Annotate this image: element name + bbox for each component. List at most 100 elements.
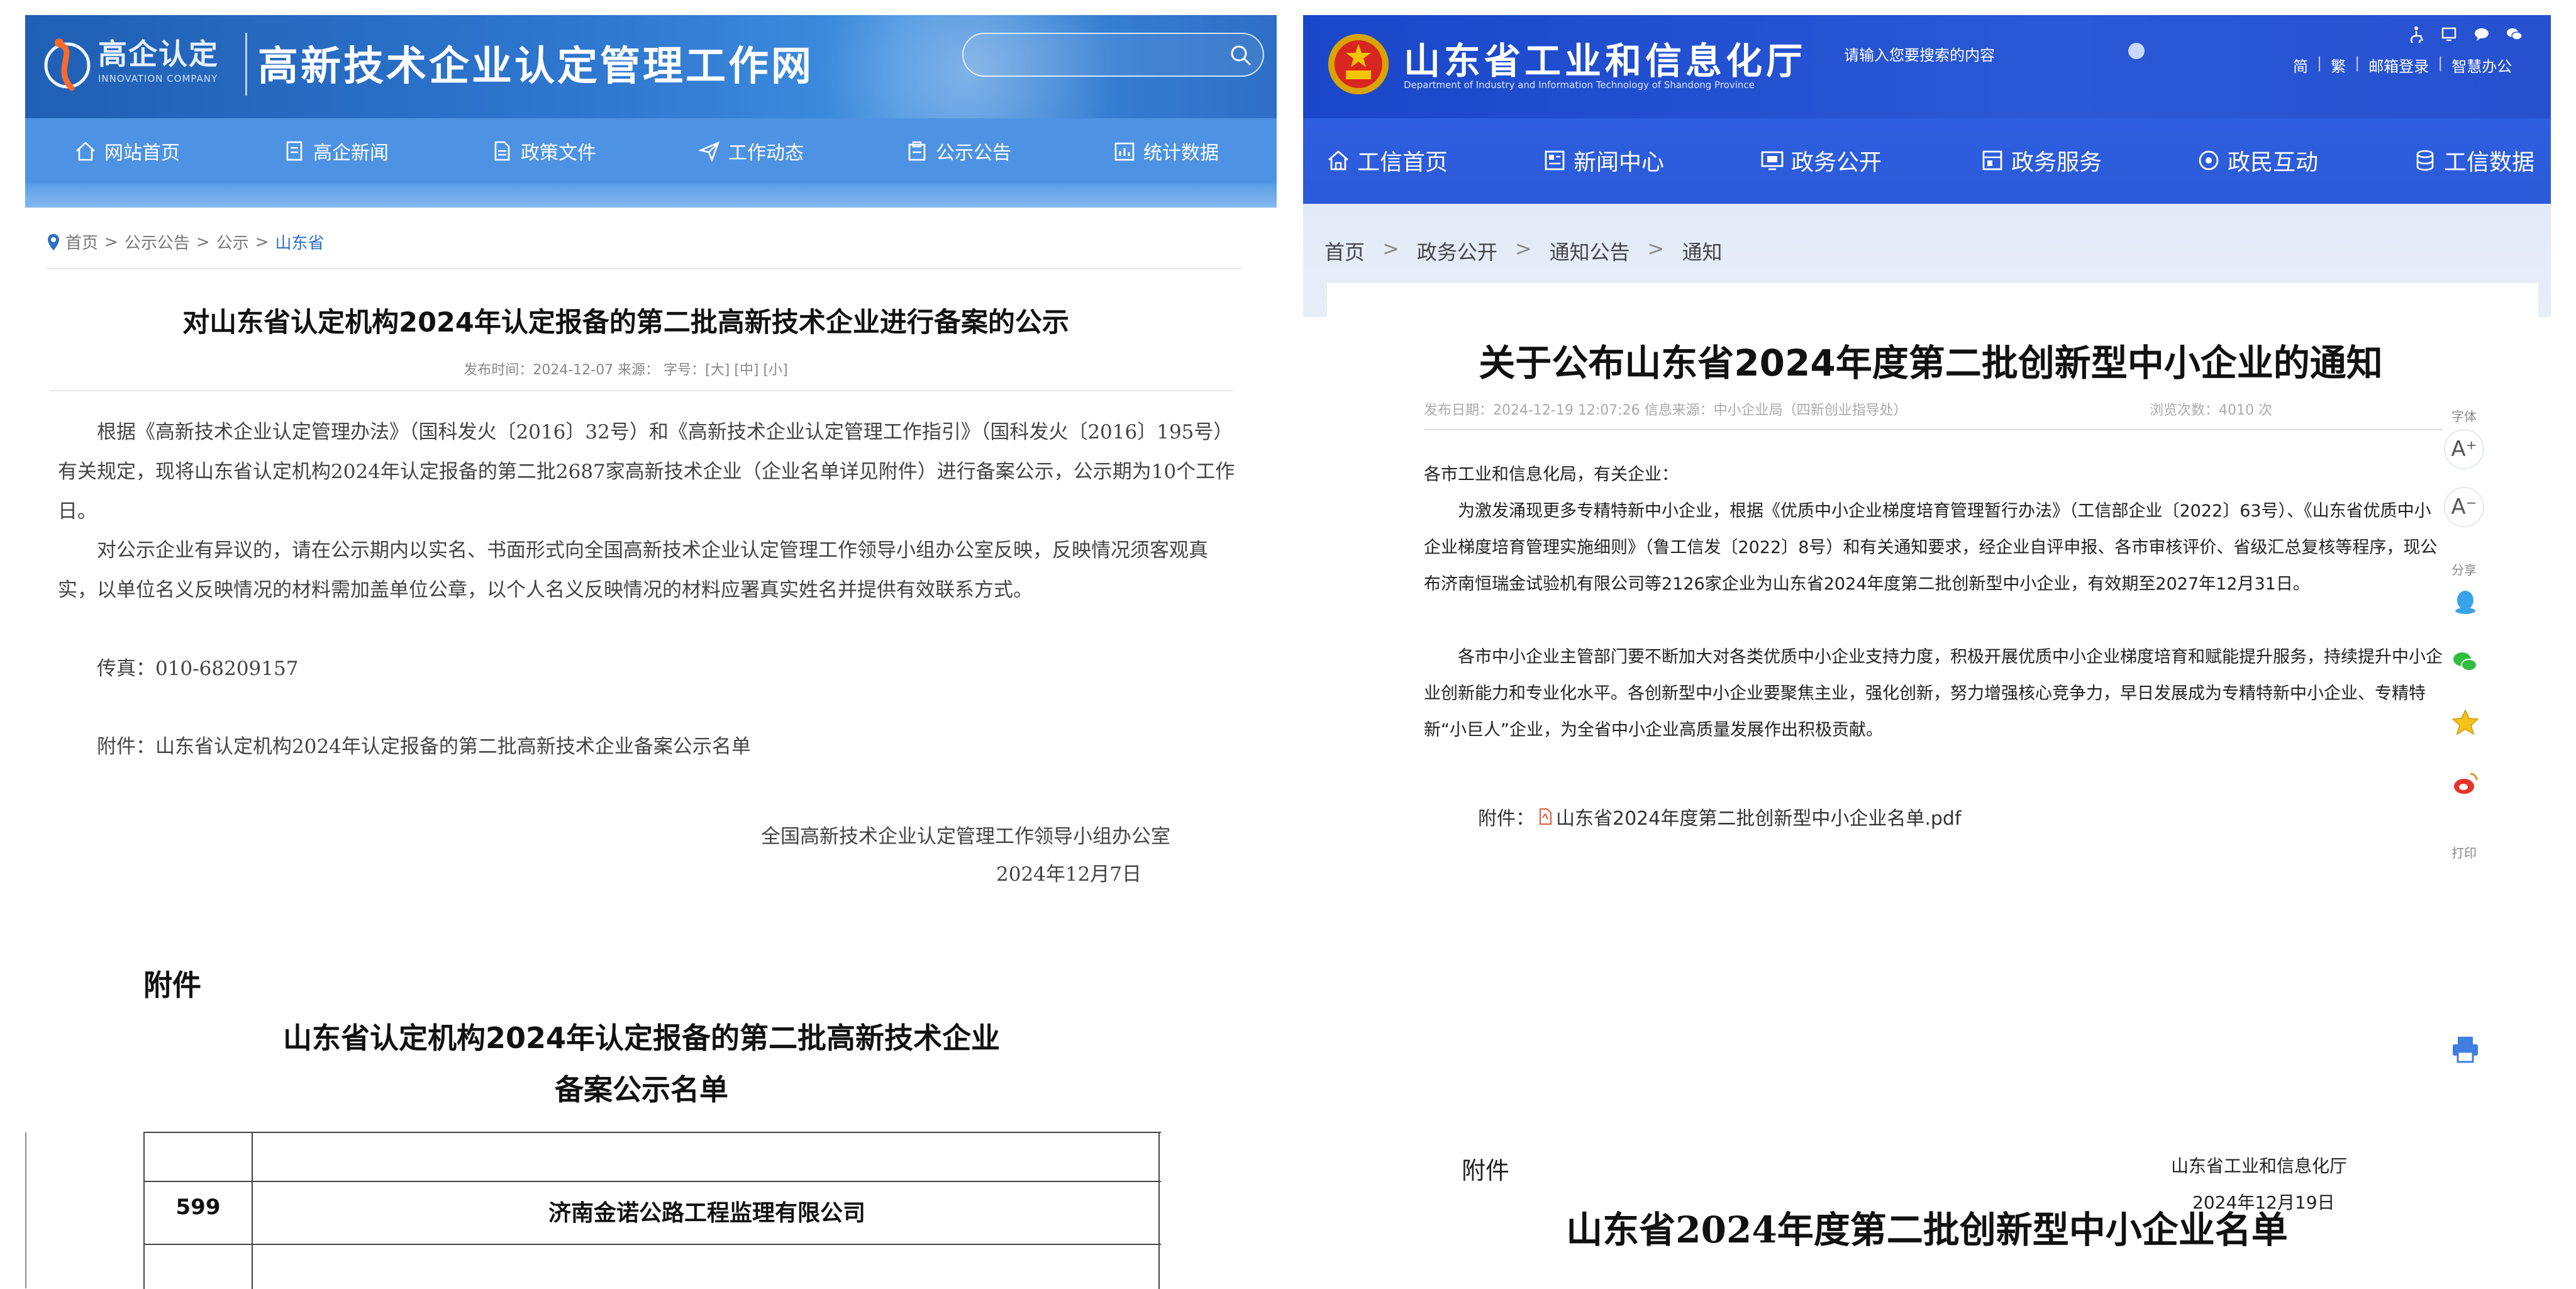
link-separator: |	[2317, 54, 2323, 72]
breadcrumb-sep: >	[1647, 237, 1665, 260]
link-simplified[interactable]: 简	[2293, 54, 2308, 76]
document-title-line1: 山东省认定机构2024年认定报备的第二批高新技术企业	[282, 1021, 1001, 1055]
article-paragraph: 根据《高新技术企业认定管理办法》（国科发火〔2016〕32号）和《高新技术企业认…	[58, 421, 1235, 523]
breadcrumb-item-current[interactable]: 山东省	[275, 230, 324, 254]
link-traditional[interactable]: 繁	[2331, 54, 2346, 76]
accessibility-tools	[2407, 25, 2523, 43]
attachment-file-link[interactable]: 山东省2024年度第二批创新型中小企业名单.pdf	[1556, 803, 1962, 830]
link-separator: |	[2438, 54, 2443, 72]
breadcrumb: 首页 > 政务公开 > 通知公告 > 通知	[1324, 237, 1723, 265]
accessibility-icon[interactable]	[2407, 25, 2425, 43]
font-increase-button[interactable]: A⁺	[2444, 429, 2484, 469]
right-site-header: 山东省工业和信息化厅 Department of Industry and In…	[1303, 15, 2551, 118]
logo-sub-text: INNOVATION COMPANY	[98, 73, 218, 84]
site-title: 高新技术企业认定管理工作网	[258, 43, 814, 90]
signature-date: 2024年12月7日	[996, 863, 1142, 886]
attachment-row: 附件： 山东省2024年度第二批创新型中小企业名单.pdf	[1478, 803, 1962, 830]
wechat-icon[interactable]	[2506, 25, 2523, 43]
nav-item-gov-service[interactable]: 政务服务	[1980, 145, 2102, 176]
document-title-line2: 备案公示名单	[555, 1073, 728, 1107]
site-logo[interactable]: 高企认定 INNOVATION COMPANY	[40, 28, 242, 103]
article-meta: 发布日期：2024-12-19 12:07:26 信息来源：中小企业局（四新创业…	[1424, 399, 2272, 419]
breadcrumb-item-current[interactable]: 通知	[1682, 237, 1722, 265]
nav-item-news[interactable]: 新闻中心	[1542, 145, 1664, 176]
nav-item-stats[interactable]: 统计数据	[1113, 137, 1219, 165]
breadcrumb-item-home[interactable]: 首页	[1324, 237, 1365, 265]
nav-label: 工信首页	[1357, 150, 1448, 176]
breadcrumb-sep: >	[196, 232, 210, 252]
breadcrumb-item-notice[interactable]: 公示公告	[125, 230, 190, 254]
nav-item-home[interactable]: 网站首页	[74, 137, 180, 165]
article-attachment-link[interactable]: 附件：山东省认定机构2024年认定报备的第二批高新技术企业备案公示名单	[58, 727, 1240, 767]
nav-item-gov-open[interactable]: 政务公开	[1760, 145, 1882, 176]
screen-reader-icon[interactable]	[2440, 25, 2458, 43]
breadcrumb-item-home[interactable]: 首页	[65, 230, 98, 254]
search-button[interactable]	[2128, 43, 2145, 59]
send-icon	[698, 141, 720, 162]
pdf-file-icon	[1540, 808, 1552, 825]
home-icon	[1328, 150, 1348, 170]
qq-share-icon[interactable]	[2451, 588, 2479, 615]
search-input[interactable]: 请输入您要搜索的内容	[1844, 43, 1995, 65]
left-website-screenshot: 高企认定 INNOVATION COMPANY 高新技术企业认定管理工作网 网站…	[25, 15, 1277, 946]
nav-item-policy[interactable]: 政策文件	[491, 137, 596, 165]
font-size-label: 字体	[2451, 409, 2477, 424]
right-website-screenshot: 山东省工业和信息化厅 Department of Industry and In…	[1303, 15, 2551, 1261]
side-toolbar: 字体 A⁺ A⁻ 分享 打印	[2426, 406, 2502, 861]
article-paragraph: 对公示企业有异议的，请在公示期内以实名、书面形式向全国高新技术企业认定管理工作领…	[58, 539, 1208, 601]
nav-item-home[interactable]: 工信首页	[1326, 145, 1448, 176]
chart-icon	[1114, 142, 1135, 161]
weibo-share-icon[interactable]	[2451, 770, 2479, 798]
print-label: 打印	[2451, 845, 2477, 861]
link-smart-office[interactable]: 智慧办公	[2451, 54, 2512, 76]
breadcrumb-item-public[interactable]: 公示	[216, 230, 249, 254]
header-divider	[245, 33, 247, 96]
national-emblem-icon[interactable]	[1326, 31, 1391, 97]
logo-swirl-icon	[44, 38, 91, 91]
left-attachment-document: 附件 山东省认定机构2024年认定报备的第二批高新技术企业 备案公示名单 599…	[25, 946, 1277, 1289]
search-icon[interactable]	[1229, 43, 1253, 67]
nav-item-data[interactable]: 工信数据	[2412, 145, 2534, 176]
breadcrumb-sep: >	[1514, 237, 1532, 260]
search-input[interactable]	[962, 33, 1264, 77]
breadcrumb-item-notices[interactable]: 通知公告	[1550, 237, 1630, 265]
left-article-area: 首页 > 公示公告 > 公示 > 山东省 对山东省认定机构2024年认定报备的第…	[25, 208, 1277, 946]
nav-label: 政民互动	[2228, 150, 2319, 176]
print-icon[interactable]	[2450, 1034, 2480, 1064]
document-icon	[286, 141, 303, 161]
nav-item-news[interactable]: 高企新闻	[283, 137, 389, 165]
link-mail-login[interactable]: 邮箱登录	[2368, 54, 2429, 76]
article-card: 关于公布山东省2024年度第二批创新型中小企业的通知 发布日期：2024-12-…	[1327, 283, 2538, 1038]
nav-label: 政务公开	[1791, 150, 1882, 176]
site-subtitle: Department of Industry and Information T…	[1404, 79, 1755, 91]
nav-item-notice[interactable]: 公示公告	[906, 137, 1011, 165]
favorite-star-icon[interactable]	[2451, 708, 2479, 736]
company-table: 599 济南金诺公路工程监理有限公司	[143, 1132, 1161, 1289]
database-icon	[2416, 150, 2434, 171]
nav-decorative-strip	[25, 184, 1277, 208]
nav-item-work[interactable]: 工作动态	[698, 137, 804, 165]
nav-item-interaction[interactable]: 政民互动	[2196, 145, 2318, 176]
nav-label: 工作动态	[728, 142, 804, 164]
signature-organization: 山东省工业和信息化厅	[2171, 1156, 2348, 1176]
font-decrease-button[interactable]: A⁻	[2444, 487, 2484, 527]
table-cell-number: 599	[175, 1195, 221, 1220]
article-title: 对山东省认定机构2024年认定报备的第二批高新技术企业进行备案的公示	[182, 307, 1069, 338]
article-view-count: 浏览次数：4010 次	[2150, 403, 2272, 418]
attachment-label: 附件	[143, 968, 201, 1002]
article-salutation: 各市工业和信息化局，有关企业：	[1424, 465, 1679, 484]
article-fax: 传真：010-68209157	[97, 657, 299, 680]
file-icon	[494, 141, 510, 161]
logo-brand-text: 高企认定	[98, 37, 219, 71]
divider	[50, 390, 1233, 391]
right-content-area: 首页 > 政务公开 > 通知公告 > 通知 关于公布山东省2024年度第二批创新…	[1303, 204, 2551, 1261]
table-cell-company: 济南金诺公路工程监理有限公司	[548, 1200, 865, 1226]
chat-bubble-icon[interactable]	[2473, 25, 2490, 43]
monitor-icon	[1761, 151, 1784, 170]
nav-label: 统计数据	[1143, 142, 1219, 164]
page-edge-line	[25, 1132, 26, 1288]
breadcrumb-item-gov-open[interactable]: 政务公开	[1417, 237, 1497, 265]
nav-label: 公示公告	[936, 142, 1011, 164]
left-site-header: 高企认定 INNOVATION COMPANY 高新技术企业认定管理工作网	[25, 15, 1277, 118]
wechat-share-icon[interactable]	[2451, 648, 2479, 676]
